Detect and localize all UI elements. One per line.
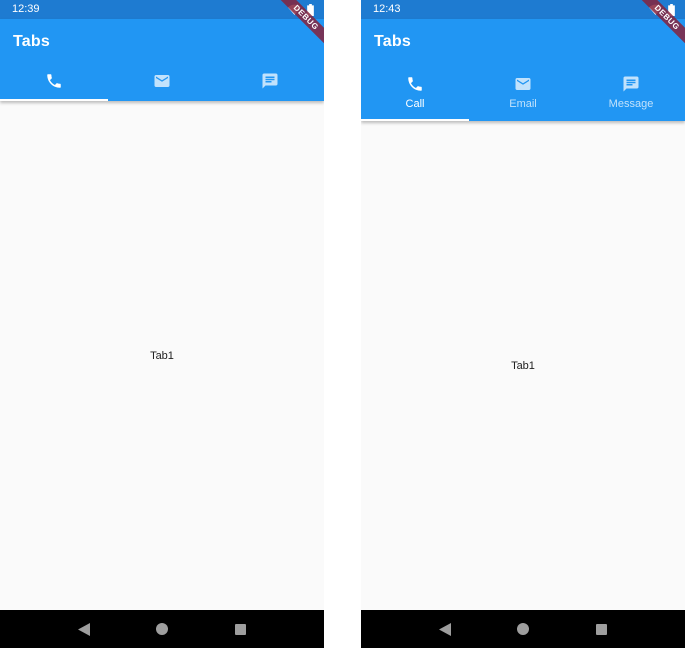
app-bar: Tabs [0, 19, 324, 101]
content-text: Tab1 [150, 349, 174, 362]
home-button[interactable] [508, 614, 538, 644]
tab-call[interactable] [0, 61, 108, 101]
phone-screen-labeled-tabs: 12:43 Tabs Call Email Message Tab1 DEBUG [361, 0, 685, 648]
app-title: Tabs [374, 33, 411, 50]
recents-button[interactable] [225, 614, 255, 644]
tab-content: Tab1 [361, 121, 685, 610]
wifi-icon [649, 4, 662, 15]
tab-label-email: Email [509, 97, 537, 110]
message-icon [261, 72, 279, 90]
recents-button[interactable] [586, 614, 616, 644]
tab-email[interactable]: Email [469, 63, 577, 121]
content-text: Tab1 [511, 359, 535, 372]
tab-message[interactable]: Message [577, 63, 685, 121]
status-time: 12:43 [373, 3, 401, 15]
status-bar: 12:39 [0, 0, 324, 19]
app-title: Tabs [13, 33, 50, 50]
home-icon [156, 623, 168, 635]
email-icon [514, 75, 532, 93]
wifi-icon [288, 4, 301, 15]
back-button[interactable] [430, 614, 460, 644]
battery-icon [307, 3, 314, 16]
tab-bar: Call Email Message [361, 63, 685, 121]
battery-icon [668, 3, 675, 16]
phone-icon [45, 72, 63, 90]
recents-icon [234, 623, 246, 635]
navigation-bar [361, 610, 685, 648]
phone-screen-icon-tabs: 12:39 Tabs Tab1 DEBUG [0, 0, 324, 648]
tab-content: Tab1 [0, 101, 324, 610]
status-icons [649, 3, 675, 16]
back-icon [439, 622, 451, 636]
message-icon [622, 75, 640, 93]
email-icon [153, 72, 171, 90]
tab-email[interactable] [108, 61, 216, 101]
home-icon [517, 623, 529, 635]
recents-icon [595, 623, 607, 635]
home-button[interactable] [147, 614, 177, 644]
tab-label-message: Message [608, 97, 654, 110]
status-time: 12:39 [12, 3, 40, 15]
navigation-bar [0, 610, 324, 648]
tab-bar [0, 61, 324, 101]
status-bar: 12:43 [361, 0, 685, 19]
phone-icon [406, 75, 424, 93]
status-icons [288, 3, 314, 16]
tab-call[interactable]: Call [361, 63, 469, 121]
back-icon [78, 622, 90, 636]
back-button[interactable] [69, 614, 99, 644]
app-bar: Tabs Call Email Message [361, 19, 685, 121]
tab-label-call: Call [405, 97, 425, 110]
tab-message[interactable] [216, 61, 324, 101]
